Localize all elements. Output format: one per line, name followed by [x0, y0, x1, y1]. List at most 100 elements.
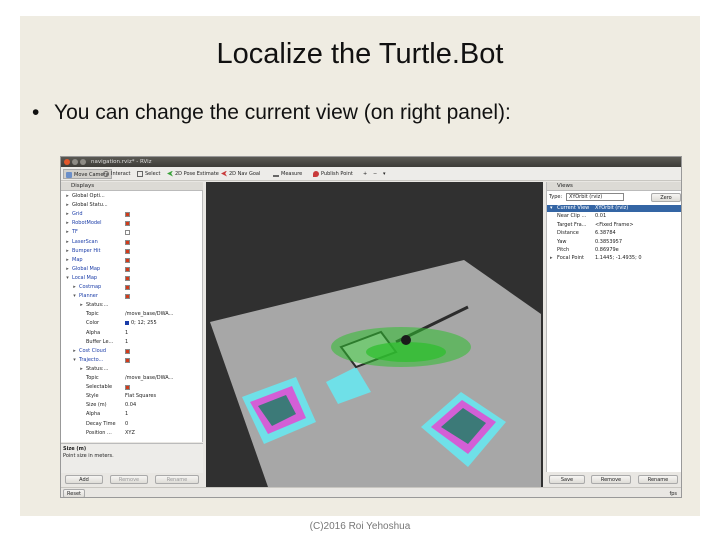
- display-tree-row[interactable]: Selectable: [61, 384, 203, 391]
- enable-checkbox[interactable]: [125, 275, 130, 281]
- enable-checkbox[interactable]: [125, 212, 130, 218]
- expand-arrow-closed-icon[interactable]: ▸: [65, 266, 70, 273]
- display-tree-label: Global Map: [72, 265, 101, 272]
- enable-checkbox[interactable]: [125, 348, 130, 354]
- display-tree-row[interactable]: Position ... XYZ: [61, 430, 203, 437]
- display-tree-row[interactable]: ▸ Cost Cloud: [61, 348, 203, 355]
- close-window-icon[interactable]: [64, 159, 70, 165]
- minimize-window-icon[interactable]: [72, 159, 78, 165]
- display-tree-row[interactable]: ▸ Global Map: [61, 266, 203, 273]
- tool-measure[interactable]: Measure: [271, 169, 304, 179]
- property-value[interactable]: 0.04: [125, 402, 136, 409]
- rename-display-button[interactable]: Rename: [155, 475, 199, 484]
- expand-arrow-closed-icon[interactable]: ▸: [65, 193, 70, 200]
- enable-checkbox[interactable]: [125, 257, 130, 263]
- remove-view-button[interactable]: Remove: [591, 475, 631, 484]
- display-tree-row[interactable]: ▸ LaserScan: [61, 239, 203, 246]
- expand-arrow-closed-icon[interactable]: ▸: [65, 248, 70, 255]
- enable-checkbox[interactable]: [125, 385, 130, 391]
- tool-2d-nav-goal[interactable]: 2D Nav Goal: [219, 169, 262, 179]
- display-tree-row[interactable]: ▸ RobotModel: [61, 220, 203, 227]
- add-display-button[interactable]: Add: [65, 475, 103, 484]
- expand-arrow-closed-icon[interactable]: ▸: [79, 366, 84, 373]
- expand-arrow-closed-icon[interactable]: ▸: [65, 257, 70, 264]
- display-tree-row[interactable]: Alpha 1: [61, 330, 203, 337]
- expand-arrow-closed-icon[interactable]: ▸: [72, 348, 77, 355]
- tool-menu-button[interactable]: ▾: [381, 169, 388, 179]
- reset-button[interactable]: Reset: [63, 489, 85, 497]
- display-tree-row[interactable]: Style Flat Squares: [61, 393, 203, 400]
- property-value[interactable]: 1: [125, 330, 128, 337]
- display-tree-row[interactable]: ▸ Costmap: [61, 284, 203, 291]
- expand-arrow-closed-icon[interactable]: ▸: [65, 229, 70, 236]
- expand-arrow-closed-icon[interactable]: ▸: [65, 202, 70, 209]
- display-tree-label: Map: [72, 256, 83, 263]
- tool-select[interactable]: Select: [135, 169, 162, 179]
- tool-publish-point[interactable]: Publish Point: [311, 169, 355, 179]
- remove-tool-button[interactable]: −: [371, 169, 379, 179]
- expand-arrow-open-icon[interactable]: ▾: [65, 275, 70, 282]
- property-value[interactable]: 1: [125, 411, 128, 418]
- enable-checkbox[interactable]: [125, 221, 130, 227]
- display-tree-row[interactable]: Color 0; 12; 255: [61, 320, 203, 327]
- expand-arrow-closed-icon[interactable]: ▸: [72, 284, 77, 291]
- expand-arrow-open-icon[interactable]: ▾: [550, 205, 553, 212]
- rename-view-button[interactable]: Rename: [638, 475, 678, 484]
- view-property-row[interactable]: ▾ Current View XYOrbit (rviz): [547, 205, 681, 212]
- tool-2d-pose-estimate[interactable]: 2D Pose Estimate: [165, 169, 221, 179]
- property-value[interactable]: 1: [125, 339, 128, 346]
- expand-arrow-closed-icon[interactable]: ▸: [79, 302, 84, 309]
- enable-checkbox[interactable]: [125, 248, 130, 254]
- view-property-row[interactable]: Yaw 0.3853957: [547, 239, 681, 246]
- view-type-select[interactable]: XYOrbit (rviz): [566, 193, 624, 201]
- expand-arrow-closed-icon[interactable]: ▸: [65, 220, 70, 227]
- display-tree-row[interactable]: Decay Time 0: [61, 421, 203, 428]
- display-tree-row[interactable]: Topic/move_base/DWA...: [61, 311, 203, 318]
- maximize-window-icon[interactable]: [80, 159, 86, 165]
- display-tree-row[interactable]: Buffer Le... 1: [61, 339, 203, 346]
- display-tree-row[interactable]: ▸ Grid: [61, 211, 203, 218]
- display-tree-row[interactable]: ▸ Map: [61, 257, 203, 264]
- view-property-row[interactable]: Near Clip ... 0.01: [547, 213, 681, 220]
- enable-checkbox[interactable]: [125, 239, 130, 245]
- display-tree-row[interactable]: Alpha 1: [61, 411, 203, 418]
- enable-checkbox[interactable]: [125, 266, 130, 272]
- enable-checkbox[interactable]: [125, 285, 130, 290]
- expand-arrow-closed-icon[interactable]: ▸: [65, 239, 70, 246]
- property-value[interactable]: 0: [125, 421, 128, 428]
- display-tree-row[interactable]: Topic/move_base/DWA...: [61, 375, 203, 382]
- display-tree-row[interactable]: ▾ Trajecto...: [61, 357, 203, 364]
- save-view-button[interactable]: Save: [549, 475, 585, 484]
- property-value[interactable]: 0; 12; 255: [125, 320, 157, 327]
- zero-view-button[interactable]: Zero: [651, 193, 681, 202]
- display-tree-row[interactable]: ▸ Global Statu...: [61, 202, 203, 209]
- 3d-viewport[interactable]: [206, 182, 543, 487]
- expand-arrow-closed-icon[interactable]: ▸: [65, 211, 70, 218]
- add-tool-button[interactable]: +: [361, 169, 369, 179]
- expand-arrow-open-icon[interactable]: ▾: [72, 357, 77, 364]
- enable-checkbox[interactable]: [125, 230, 130, 236]
- enable-checkbox[interactable]: [125, 357, 130, 363]
- display-tree-row[interactable]: ▾ Local Map: [61, 275, 203, 282]
- property-value[interactable]: /move_base/DWA...: [125, 311, 173, 318]
- display-tree-row[interactable]: ▸ Status:...: [61, 366, 203, 373]
- enable-checkbox[interactable]: [125, 294, 130, 300]
- expand-arrow-open-icon[interactable]: ▾: [72, 293, 77, 300]
- view-property-row[interactable]: Distance 6.38784: [547, 230, 681, 237]
- tool-interact[interactable]: Interact: [101, 169, 133, 179]
- view-property-row[interactable]: ▸ Focal Point 1.1445; -1.4935; 0: [547, 255, 681, 262]
- remove-display-button[interactable]: Remove: [110, 475, 148, 484]
- view-property-row[interactable]: Pitch 0.86979e: [547, 247, 681, 254]
- display-tree-row[interactable]: ▸ Bumper Hit: [61, 248, 203, 255]
- property-value[interactable]: XYZ: [125, 430, 135, 437]
- property-value[interactable]: Flat Squares: [125, 393, 156, 400]
- display-tree-row[interactable]: ▾ Planner: [61, 293, 203, 300]
- display-tree-row[interactable]: ▸ Global Opti...: [61, 193, 203, 200]
- interact-icon: [103, 170, 109, 177]
- display-tree-row[interactable]: ▸ TF: [61, 229, 203, 236]
- display-tree-row[interactable]: Size (m) 0.04: [61, 402, 203, 409]
- expand-arrow-closed-icon[interactable]: ▸: [550, 255, 553, 262]
- view-property-row[interactable]: Target Fra... <Fixed Frame>: [547, 222, 681, 229]
- display-tree-row[interactable]: ▸ Status:...: [61, 302, 203, 309]
- property-value[interactable]: /move_base/DWA...: [125, 375, 173, 382]
